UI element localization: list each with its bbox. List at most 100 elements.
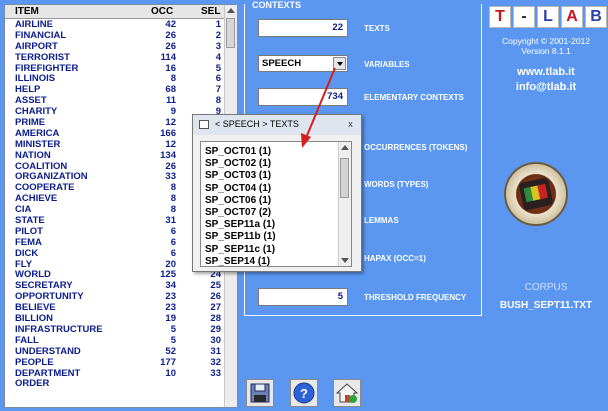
row-occ: 11 (165, 95, 176, 107)
row-item: OPPORTUNITY (15, 291, 84, 303)
row-item: DICK (15, 247, 39, 259)
words-types-label: WORDS (TYPES) (364, 180, 429, 189)
row-item: FINANCIAL (15, 29, 67, 41)
row-occ: 26 (165, 29, 176, 41)
scroll-thumb[interactable] (226, 18, 235, 48)
table-row[interactable]: PEOPLE 177 32 (5, 357, 225, 368)
table-row[interactable]: BILLION 19 28 (5, 313, 225, 324)
table-row[interactable]: DEPARTMENT 10 33 (5, 368, 225, 379)
list-header: ITEM OCC SEL (5, 5, 225, 19)
row-item: ASSET (15, 95, 47, 107)
popup-titlebar[interactable]: < SPEECH > TEXTS x (193, 115, 361, 135)
website-link[interactable]: www.tlab.it (488, 66, 604, 78)
row-occ: 20 (165, 258, 176, 270)
row-occ: 68 (165, 84, 176, 96)
dropdown-arrow-icon[interactable] (333, 57, 346, 70)
row-occ: 52 (165, 345, 176, 357)
scroll-up-icon[interactable] (341, 145, 349, 150)
list-item[interactable]: SP_OCT07 (2) (205, 207, 271, 218)
help-icon: ? (293, 382, 315, 404)
row-occ: 23 (165, 302, 176, 314)
table-row[interactable]: OPPORTUNITY 23 26 (5, 291, 225, 302)
row-item: MINISTER (15, 138, 61, 150)
list-item[interactable]: SP_OCT06 (1) (205, 195, 271, 206)
popup-scrollbar[interactable] (338, 142, 351, 266)
close-icon[interactable]: x (344, 118, 357, 131)
home-button[interactable] (333, 379, 361, 407)
header-occ[interactable]: OCC (151, 6, 173, 17)
emblem-logo (504, 162, 568, 226)
row-item: STATE (15, 215, 45, 227)
row-item: INFRASTRUCTURE (15, 323, 103, 335)
scroll-down-icon[interactable] (341, 258, 349, 263)
row-item: HELP (15, 84, 41, 96)
table-row[interactable]: FALL 5 30 (5, 335, 225, 346)
row-item: FEMA (15, 236, 42, 248)
row-sel: 32 (210, 356, 221, 368)
copyright-text: Copyright © 2001-2012 (501, 36, 590, 46)
speech-texts-popup: < SPEECH > TEXTS x SP_OCT01 (1) SP_OCT02 … (192, 114, 362, 272)
row-occ: 34 (165, 280, 176, 292)
corpus-file: BUSH_SEPT11.TXT (499, 300, 593, 311)
row-item: BELIEVE (15, 302, 56, 314)
variables-label: VARIABLES (364, 60, 410, 69)
header-sel[interactable]: SEL (201, 6, 220, 17)
texts-label: TEXTS (364, 24, 390, 33)
list-item[interactable]: SP_OCT03 (1) (205, 170, 271, 181)
row-item: ORGANIZATION (15, 171, 88, 183)
row-item: ORDER (15, 378, 50, 390)
table-row[interactable]: ASSET 11 8 (5, 95, 225, 106)
row-occ: 12 (165, 117, 176, 129)
table-row[interactable]: AIRPORT 26 3 (5, 41, 225, 52)
row-item: NATION (15, 149, 51, 161)
row-item: FIREFIGHTER (15, 62, 79, 74)
row-sel: 28 (210, 313, 221, 325)
row-occ: 9 (170, 106, 176, 118)
table-row[interactable]: AIRLINE 42 1 (5, 19, 225, 30)
table-row[interactable]: ILLINOIS 8 6 (5, 73, 225, 84)
variables-select[interactable]: SPEECH (258, 55, 348, 72)
table-row[interactable]: ORDER (5, 378, 225, 389)
elementary-contexts-field: 734 (258, 88, 348, 106)
save-button[interactable] (246, 379, 274, 407)
scroll-up-icon[interactable] (227, 8, 235, 13)
list-item[interactable]: SP_OCT02 (1) (205, 158, 271, 169)
row-sel: 8 (215, 95, 221, 107)
logo-letter: A (561, 6, 583, 28)
row-item: UNDERSTAND (15, 345, 81, 357)
list-item[interactable]: SP_SEP14 (1) (205, 256, 270, 267)
table-row[interactable]: HELP 68 7 (5, 84, 225, 95)
list-item[interactable]: SP_SEP11b (1) (205, 231, 276, 242)
texts-field: 22 (258, 19, 348, 37)
table-row[interactable]: INFRASTRUCTURE 5 29 (5, 324, 225, 335)
scroll-thumb[interactable] (340, 158, 349, 198)
table-row[interactable]: FIREFIGHTER 16 5 (5, 63, 225, 74)
table-row[interactable]: SECRETARY 34 25 (5, 280, 225, 291)
list-item[interactable]: SP_OCT01 (1) (205, 146, 271, 157)
list-item[interactable]: SP_SEP11a (1) (205, 219, 275, 230)
row-occ: 166 (160, 127, 176, 139)
threshold-frequency-field[interactable]: 5 (258, 288, 348, 306)
help-button[interactable]: ? (290, 379, 318, 407)
window-icon (199, 120, 209, 129)
row-item: FALL (15, 334, 39, 346)
row-item: DEPARTMENT (15, 367, 81, 379)
table-row[interactable]: TERRORIST 114 4 (5, 52, 225, 63)
list-item[interactable]: SP_OCT04 (1) (205, 183, 271, 194)
table-row[interactable]: FINANCIAL 26 2 (5, 30, 225, 41)
list-item[interactable]: SP_SEP11c (1) (205, 244, 275, 255)
row-item: PEOPLE (15, 356, 54, 368)
popup-text-list[interactable]: SP_OCT01 (1) SP_OCT02 (1) SP_OCT03 (1) SP_O… (200, 141, 352, 267)
occurrences-label: OCCURRENCES (TOKENS) (364, 143, 468, 152)
header-item[interactable]: ITEM (15, 6, 39, 17)
table-row[interactable]: BELIEVE 23 27 (5, 302, 225, 313)
home-icon (335, 383, 359, 403)
row-occ: 177 (160, 356, 176, 368)
table-row[interactable]: UNDERSTAND 52 31 (5, 346, 225, 357)
email-link[interactable]: info@tlab.it (488, 81, 604, 93)
row-sel: 25 (210, 280, 221, 292)
threshold-frequency-label: THRESHOLD FREQUENCY (364, 293, 467, 302)
row-occ: 8 (170, 73, 176, 85)
row-item: FLY (15, 258, 33, 270)
row-item: AIRPORT (15, 40, 58, 52)
